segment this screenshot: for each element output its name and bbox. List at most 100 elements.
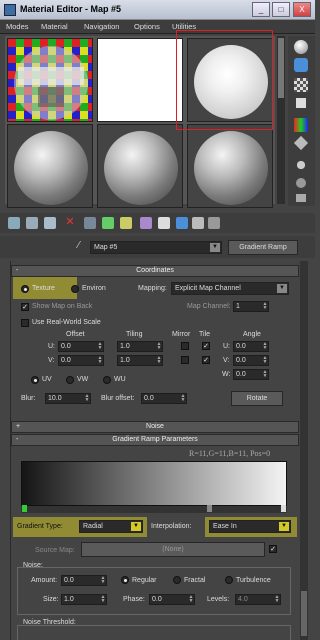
options-icon[interactable] [294, 158, 308, 172]
show-end-result-icon[interactable] [176, 217, 188, 229]
v-tile-checkbox[interactable]: ✓ [202, 356, 210, 364]
sample-slot-2[interactable] [97, 38, 183, 122]
w-angle-value: 0.0 [236, 371, 246, 378]
menu-navigation[interactable]: Navigation [84, 22, 119, 31]
copy-material-icon[interactable] [84, 217, 96, 229]
get-material-icon[interactable] [8, 217, 20, 229]
wu-radio[interactable] [103, 376, 111, 384]
show-map-on-back-checkbox[interactable]: ✓ [21, 303, 29, 311]
put-to-scene-icon[interactable] [26, 217, 38, 229]
levels-value: 4.0 [238, 596, 248, 603]
sample-slot-6[interactable] [187, 124, 273, 208]
menu-modes[interactable]: Modes [6, 22, 29, 31]
material-navigator-icon[interactable] [296, 194, 306, 202]
source-map-label: Source Map: [35, 547, 75, 554]
material-id-channel-icon[interactable] [140, 217, 152, 229]
maximize-button[interactable]: □ [272, 2, 290, 17]
texture-label: Texture [32, 285, 55, 292]
reset-map-icon[interactable]: ✕ [64, 217, 76, 229]
v-mirror-checkbox[interactable] [181, 356, 189, 364]
u-tiling-spinner[interactable]: 1.0 ▲ ▼ [117, 341, 163, 352]
make-unique-icon[interactable] [102, 217, 114, 229]
slots-scrollbar[interactable] [277, 36, 285, 204]
put-to-library-icon[interactable] [120, 217, 132, 229]
v-angle-value: 0.0 [236, 357, 246, 364]
checker-sphere-preview [8, 39, 92, 121]
sample-slot-5[interactable] [97, 124, 183, 208]
map-type-button[interactable]: Gradient Ramp [228, 240, 298, 255]
map-channel-label: Map Channel: [187, 303, 231, 310]
u-mirror-checkbox[interactable] [181, 342, 189, 350]
v-offset-spinner[interactable]: 0.0 ▲ ▼ [58, 355, 104, 366]
mapping-dropdown[interactable]: Explicit Map Channel ▼ [171, 282, 289, 295]
fractal-radio[interactable] [173, 576, 181, 584]
u-tile-checkbox[interactable]: ✓ [202, 342, 210, 350]
blur-offset-spinner[interactable]: 0.0 ▲ ▼ [141, 393, 187, 404]
levels-spinner[interactable]: 4.0 ▲ ▼ [235, 594, 281, 605]
u-offset-spinner[interactable]: 0.0 ▲ ▼ [58, 341, 104, 352]
u-offset-value: 0.0 [61, 343, 71, 350]
source-map-checkbox[interactable]: ✓ [269, 545, 277, 553]
coordinates-rollout-header[interactable]: - Coordinates [11, 265, 299, 277]
amount-value: 0.0 [64, 577, 74, 584]
panel-scrollbar[interactable] [300, 261, 308, 640]
texture-radio[interactable] [21, 285, 29, 293]
w-angle-spinner[interactable]: 0.0 ▲ ▼ [233, 369, 269, 380]
sample-type-icon[interactable] [294, 40, 308, 54]
use-real-world-scale-checkbox[interactable] [21, 319, 29, 327]
sample-slot-4[interactable] [7, 124, 93, 208]
assign-to-selection-icon[interactable] [44, 217, 56, 229]
phase-spinner[interactable]: 0.0 ▲ ▼ [149, 594, 195, 605]
v-tiling-spinner[interactable]: 1.0 ▲ ▼ [117, 355, 163, 366]
blur-spinner[interactable]: 10.0 ▲ ▼ [45, 393, 91, 404]
rotate-button[interactable]: Rotate [231, 391, 283, 406]
menu-options[interactable]: Options [134, 22, 160, 31]
go-to-parent-icon[interactable] [192, 217, 204, 229]
blur-offset-value: 0.0 [144, 395, 154, 402]
make-preview-icon[interactable] [293, 135, 309, 151]
scroll-thumb[interactable] [301, 591, 307, 636]
flag-end-marker[interactable] [281, 505, 286, 512]
chevron-down-icon: ▼ [210, 243, 220, 252]
go-forward-to-sibling-icon[interactable] [208, 217, 220, 229]
u-angle-spinner[interactable]: 0.0 ▲ ▼ [233, 341, 269, 352]
v-angle-spinner[interactable]: 0.0 ▲ ▼ [233, 355, 269, 366]
sample-slot-1[interactable] [7, 38, 93, 122]
scroll-thumb[interactable] [278, 38, 284, 98]
show-map-in-viewport-icon[interactable] [158, 217, 170, 229]
menu-material[interactable]: Material [41, 22, 68, 31]
noise-rollout-header[interactable]: + Noise [11, 421, 299, 433]
vw-radio[interactable] [66, 376, 74, 384]
uv-radio[interactable] [31, 376, 39, 384]
flag-mid-marker[interactable] [207, 505, 212, 512]
collapse-sign: - [16, 267, 19, 274]
gradient-type-dropdown[interactable]: Radial ▼ [79, 520, 143, 533]
size-value: 1.0 [64, 596, 74, 603]
select-by-material-icon[interactable] [296, 178, 306, 188]
turbulence-radio[interactable] [225, 576, 233, 584]
collapse-sign: - [16, 436, 19, 443]
gradient-ramp-bar[interactable] [21, 461, 287, 506]
minimize-button[interactable]: _ [252, 2, 270, 17]
coordinates-title: Coordinates [136, 267, 174, 274]
phase-label: Phase: [123, 596, 145, 603]
video-color-check-icon[interactable] [294, 118, 308, 132]
close-button[interactable]: X [293, 2, 311, 17]
regular-radio[interactable] [121, 576, 129, 584]
source-map-button[interactable]: (None) [81, 542, 265, 557]
map-channel-spinner[interactable]: 1 ▲ ▼ [233, 301, 269, 312]
eyedropper-icon[interactable]: ⁄ [78, 240, 80, 251]
mapping-label: Mapping: [138, 285, 167, 292]
amount-spinner[interactable]: 0.0 ▲ ▼ [61, 575, 107, 586]
flag-start-marker[interactable] [22, 505, 27, 512]
gradient-flag-track[interactable] [21, 506, 287, 513]
environ-radio[interactable] [71, 285, 79, 293]
uv-tiling-icon[interactable] [296, 98, 306, 108]
background-icon[interactable] [294, 78, 308, 92]
backlight-icon[interactable] [294, 58, 308, 72]
map-name-field[interactable]: Map #5 ▼ [90, 241, 222, 254]
size-spinner[interactable]: 1.0 ▲ ▼ [61, 594, 107, 605]
parameters-panel: - Coordinates Texture Environ Mapping: E… [10, 261, 299, 640]
gradient-ramp-rollout-header[interactable]: - Gradient Ramp Parameters [11, 434, 299, 446]
interpolation-dropdown[interactable]: Ease In ▼ [209, 520, 291, 533]
